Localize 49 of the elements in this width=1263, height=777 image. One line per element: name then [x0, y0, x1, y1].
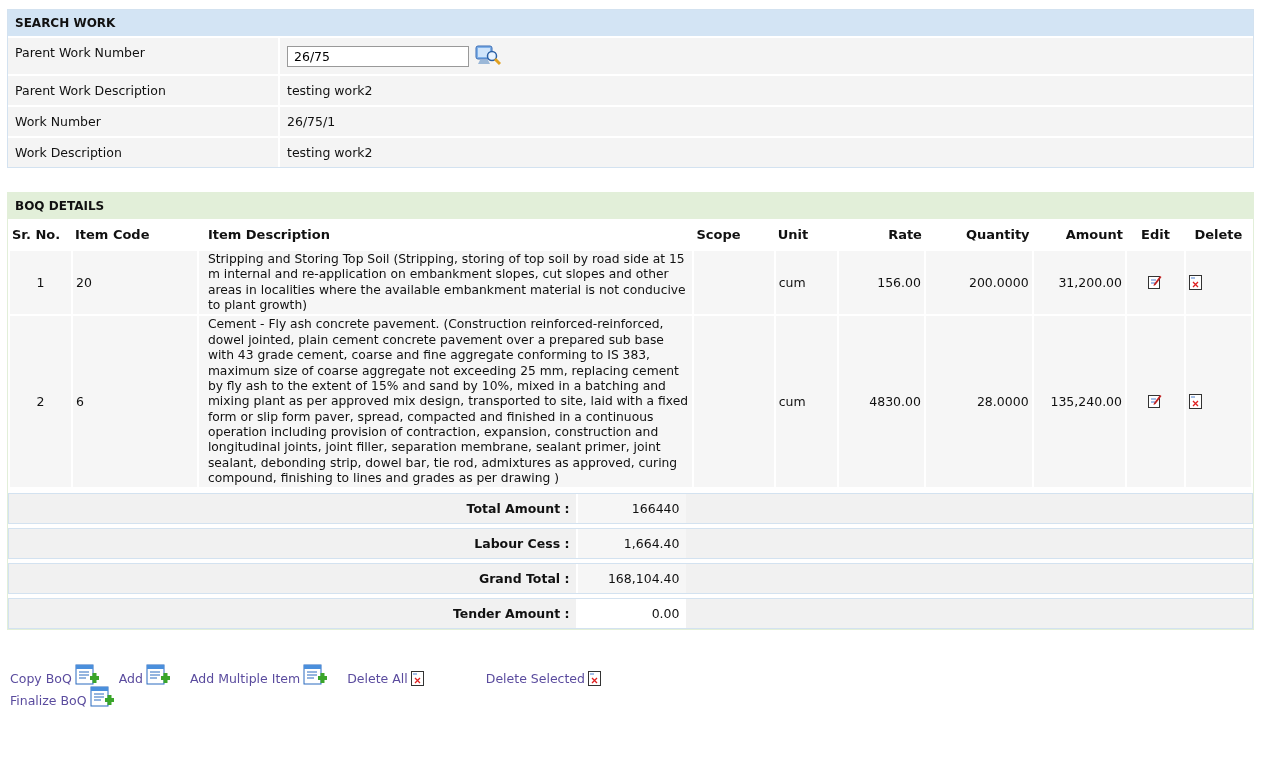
- field-label: Work Number: [14, 113, 102, 131]
- table-cell: cum: [774, 250, 838, 316]
- table-cell: 200.0000: [924, 250, 1033, 316]
- table-cell: 28.0000: [924, 315, 1033, 489]
- total-label: Grand Total :: [477, 570, 571, 589]
- add-document-icon[interactable]: [145, 664, 172, 687]
- section-title: SEARCH WORK: [8, 10, 1253, 36]
- field-value: testing work2: [287, 83, 373, 98]
- table-cell: 20: [71, 250, 198, 316]
- total-value: 168,104.40: [575, 564, 686, 594]
- table-cell: 6: [71, 315, 198, 489]
- delete-document-icon[interactable]: [588, 671, 601, 687]
- delete-document-icon[interactable]: [1188, 275, 1202, 291]
- add-document-icon[interactable]: [74, 664, 101, 687]
- table-cell: 4830.00: [837, 315, 925, 489]
- action-link[interactable]: Add: [118, 671, 143, 687]
- total-value: 1,664.40: [575, 529, 686, 559]
- total-value: 166440: [575, 494, 686, 524]
- table-cell: 2: [9, 315, 72, 489]
- total-label: Tender Amount :: [451, 605, 571, 624]
- table-cell: 31,200.00: [1032, 250, 1126, 316]
- table-cell: 156.00: [837, 250, 925, 316]
- field-value: testing work2: [287, 145, 373, 160]
- edit-icon[interactable]: [1148, 273, 1163, 289]
- action-link[interactable]: Finalize BoQ: [10, 693, 87, 709]
- delete-document-icon[interactable]: [1188, 394, 1202, 410]
- total-label: Total Amount :: [465, 500, 571, 519]
- action-link[interactable]: Delete All: [347, 671, 408, 687]
- delete-document-icon[interactable]: [410, 671, 424, 687]
- table-cell: cum: [774, 315, 838, 489]
- table-cell: 135,240.00: [1032, 315, 1126, 489]
- search-icon[interactable]: [475, 45, 501, 67]
- action-link[interactable]: Copy BoQ: [10, 671, 72, 687]
- total-label: Labour Cess :: [473, 535, 571, 554]
- table-cell: Cement - Fly ash concrete pavement. (Construction reinforced-reinforced, dowel jointed, plain cement concrete pavement over a prepared sub base with 43 grade cement, coarse and fine aggregate conforming to IS 383, maximum size of coarse aggregate not exceeding 25 mm, replacing cement by fly ash to the extent of 15% and sand by 10%, mixed in a batching and mixing plant as per approved mix design, transported to site, laid with a fixed form or slip form paver, spread, compacted and finished in a continuous operation including provision of contraction, expansion, construction and longitudinal joints, joint filler, separation membrane, sealant primer, joint sealant, debonding strip, dowel bar, tie rod, admixtures as approved, curing compound, finishing to lines and grades as per drawing ): [197, 315, 694, 489]
- action-link[interactable]: Add Multiple Item: [189, 671, 301, 687]
- total-value: 0.00: [575, 599, 686, 629]
- field-value: 26/75/1: [287, 114, 336, 129]
- field-label: Parent Work Number: [14, 44, 146, 62]
- action-link[interactable]: Delete Selected: [485, 671, 585, 687]
- field-label: Parent Work Description: [14, 82, 167, 100]
- add-document-icon[interactable]: [303, 664, 330, 687]
- field-label: Work Description: [14, 144, 123, 162]
- section-title: BOQ DETAILS: [8, 193, 1253, 219]
- edit-icon[interactable]: [1148, 392, 1163, 408]
- table-cell: Stripping and Storing Top Soil (Stripping, storing of top soil by road side at 15 m internal and re-application on embankment slopes, cut slopes and other areas in localities where the available embankment material is not conducive to plant growth): [197, 250, 694, 316]
- input-field[interactable]: 26/75: [287, 45, 469, 67]
- table-cell: 1: [9, 250, 72, 316]
- add-document-icon[interactable]: [89, 686, 116, 709]
